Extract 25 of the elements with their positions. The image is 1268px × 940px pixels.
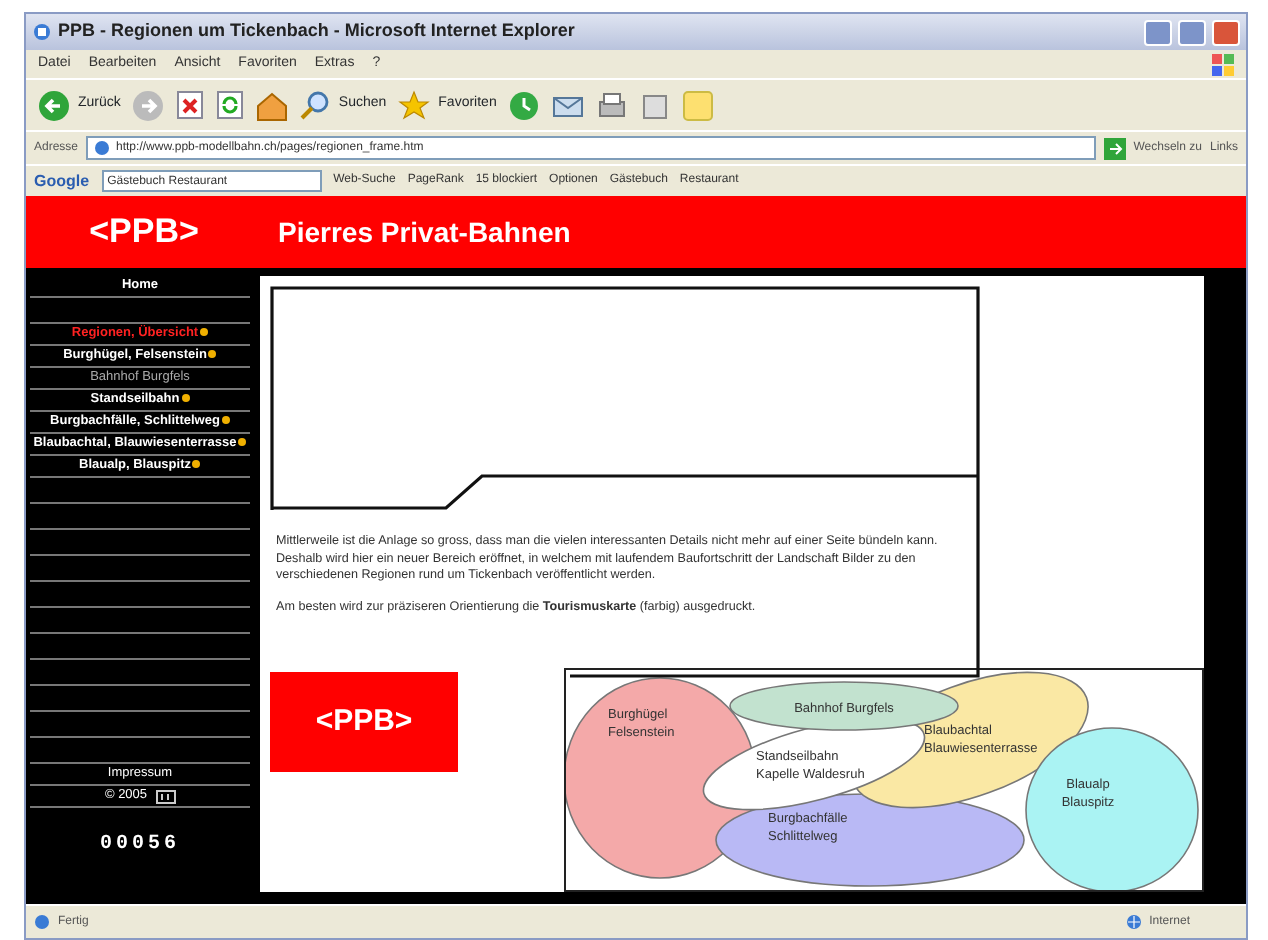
visitor-counter: 00056 — [99, 834, 180, 856]
window-title: PPB - Regionen um Tickenbach - Microsoft Internet Explorer — [58, 18, 577, 45]
page-icon — [94, 140, 111, 156]
star-icon — [398, 90, 431, 120]
home-icon[interactable] — [256, 89, 289, 121]
site-logo[interactable]: <PPB> — [26, 206, 262, 258]
search-icon — [300, 90, 331, 120]
print-icon[interactable] — [596, 89, 629, 121]
globe-icon — [1125, 914, 1142, 930]
go-icon[interactable] — [1103, 137, 1126, 159]
site-title: Pierres Privat-Bahnen — [276, 213, 571, 251]
stop-icon[interactable] — [176, 90, 205, 120]
page-icon — [34, 914, 50, 930]
region-shape[interactable] — [715, 793, 1025, 887]
maximize-button[interactable] — [1178, 19, 1206, 45]
close-button[interactable] — [1212, 19, 1240, 45]
google-logo: Google — [34, 169, 90, 193]
edit-icon[interactable] — [640, 89, 671, 121]
site-logo: <PPB> — [270, 672, 458, 772]
small-logo-icon — [155, 789, 176, 803]
history-icon[interactable] — [508, 89, 541, 121]
refresh-icon[interactable] — [216, 90, 245, 120]
minimize-button[interactable] — [1144, 19, 1172, 45]
browser-icon — [32, 22, 52, 42]
windows-logo-icon — [1212, 53, 1234, 75]
